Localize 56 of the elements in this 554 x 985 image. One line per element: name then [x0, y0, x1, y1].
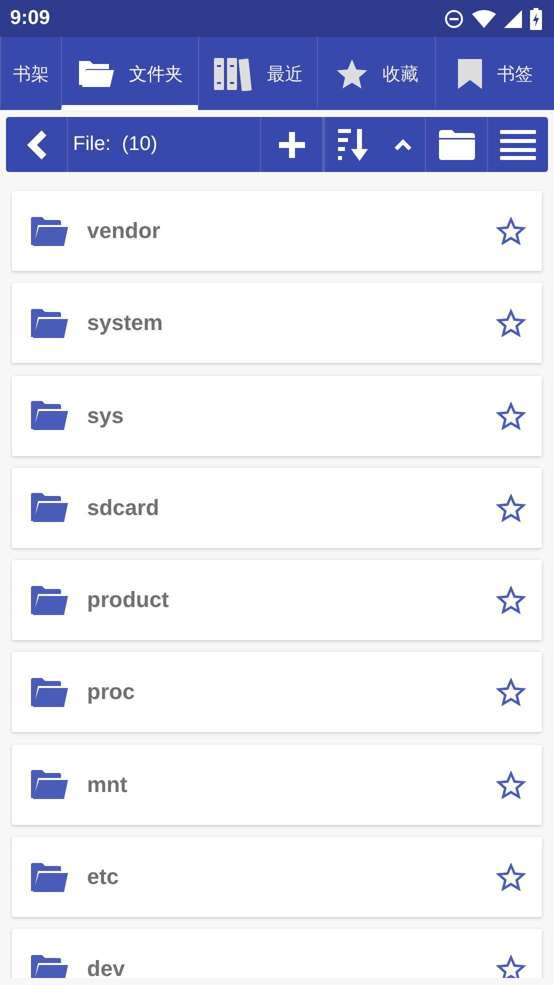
books-icon	[213, 56, 253, 90]
tab[interactable]: 最近	[198, 37, 317, 110]
folder-card[interactable]: etc	[12, 837, 542, 918]
do-not-disturb-icon	[444, 8, 464, 28]
folder-card[interactable]: product	[12, 560, 542, 640]
folder-icon	[30, 308, 68, 339]
folder-icon	[438, 130, 474, 160]
star-outline-icon[interactable]	[496, 955, 526, 978]
star-outline-icon[interactable]	[496, 770, 526, 799]
star-outline-icon[interactable]	[496, 402, 526, 430]
folder-card[interactable]: sys	[12, 376, 542, 456]
folder-name: product	[87, 587, 170, 614]
tab[interactable]: 书签	[435, 37, 554, 110]
folder-icon	[30, 584, 68, 616]
tab[interactable]: 文件夹	[61, 37, 198, 110]
back-icon	[26, 130, 48, 160]
folder-name: vendor	[87, 218, 162, 244]
star-outline-icon[interactable]	[496, 863, 526, 892]
clock: 9:09	[10, 7, 50, 30]
folder-card[interactable]: vendor	[12, 191, 542, 271]
folder-icon	[30, 862, 68, 893]
folder-card[interactable]: sdcard	[12, 468, 542, 548]
tab[interactable]: 收藏	[317, 37, 435, 110]
folder-card[interactable]: system	[12, 283, 542, 364]
folder-icon	[77, 58, 115, 88]
folder-card[interactable]: proc	[12, 652, 542, 732]
caret-up-icon	[394, 138, 412, 150]
plus-icon	[278, 132, 304, 158]
folder-icon	[30, 492, 68, 524]
bookmark-icon	[457, 58, 483, 90]
folder-name: sys	[87, 402, 125, 429]
folder-name: proc	[87, 679, 136, 706]
folder-name: system	[87, 310, 164, 336]
folder-name: sdcard	[87, 494, 160, 521]
star-outline-icon[interactable]	[496, 309, 526, 338]
path-title: File: (10)	[67, 117, 260, 172]
star-outline-icon[interactable]	[496, 494, 526, 522]
menu-icon	[500, 130, 536, 160]
star-icon	[334, 58, 368, 90]
folder-icon	[30, 676, 68, 708]
folder-card[interactable]: mnt	[12, 744, 542, 825]
star-outline-icon[interactable]	[496, 217, 526, 245]
folder-icon	[30, 769, 68, 800]
folder-name: mnt	[87, 772, 128, 798]
battery-icon	[530, 8, 542, 30]
folder-icon	[30, 400, 68, 432]
folder-icon	[30, 954, 68, 978]
folder-icon	[30, 216, 68, 246]
folder-card[interactable]: dev	[12, 929, 542, 978]
folder-name: dev	[87, 956, 126, 978]
star-outline-icon[interactable]	[496, 678, 526, 706]
star-outline-icon[interactable]	[496, 586, 526, 614]
wifi-icon	[472, 10, 496, 28]
signal-icon	[504, 10, 522, 28]
folder-name: etc	[87, 864, 120, 890]
tab[interactable]: 书架	[0, 37, 61, 110]
